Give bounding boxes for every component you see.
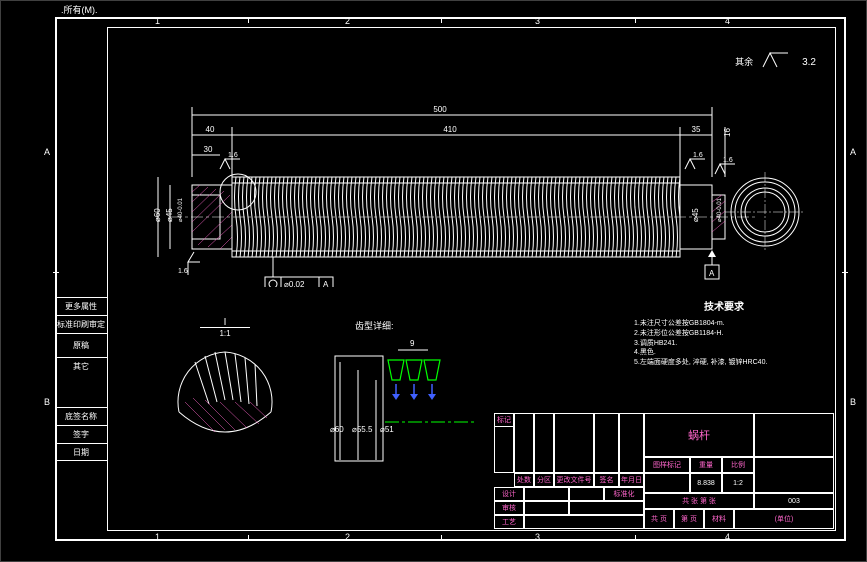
- dim-diaright: ⌀45: [691, 208, 700, 222]
- row-letter: B: [850, 397, 856, 407]
- weight-value: 8.838: [690, 473, 722, 493]
- svg-text:1.6: 1.6: [723, 157, 733, 164]
- tick: [842, 272, 848, 273]
- end-view: [725, 172, 805, 252]
- col-num: 2: [345, 16, 350, 26]
- note-item: 3.调质HB241.: [634, 339, 814, 349]
- notes-title: 技术要求: [634, 301, 814, 315]
- note-item: 2.未注形位公差按GB1184-H.: [634, 329, 814, 339]
- left-cell: 签字: [55, 425, 107, 443]
- dim-middle: 410: [443, 125, 457, 134]
- col-num: 3: [535, 16, 540, 26]
- svg-text:1.6: 1.6: [178, 268, 188, 275]
- dim-rext: 16: [723, 128, 732, 137]
- left-cell: 底签名称: [55, 407, 107, 425]
- detail-scale: 1:1: [205, 329, 245, 338]
- tick: [441, 535, 442, 541]
- tick: [53, 272, 59, 273]
- svg-text:1.6: 1.6: [693, 152, 703, 159]
- tol-val: ⌀0.02: [284, 280, 305, 287]
- detail-view: [165, 342, 285, 452]
- dim-d2: ⌀55.5: [352, 425, 373, 434]
- pitch-dim: 9: [410, 339, 415, 348]
- col-num: 4: [725, 16, 730, 26]
- left-cell: 标准印刷审定: [55, 315, 107, 333]
- profile-label: 齿型详细:: [355, 319, 394, 332]
- tol-datum: A: [323, 280, 329, 287]
- scale-value: 1:2: [722, 473, 754, 493]
- col-num: 3: [535, 532, 540, 542]
- note-item: 1.未注尺寸公差按GB1804-m.: [634, 319, 814, 329]
- left-cell: 更多属性: [55, 297, 107, 315]
- sheet-num: 003: [754, 493, 834, 509]
- surface-finish-global: 其余 3.2: [735, 47, 816, 75]
- signer-label: 共 页: [644, 509, 674, 529]
- datum-a: A: [709, 269, 715, 278]
- worm-threads: [232, 177, 680, 257]
- col-num: 4: [725, 532, 730, 542]
- tech-notes: 技术要求 1.未注尺寸公差按GB1804-m. 2.未注形位公差按GB1184-…: [634, 301, 814, 368]
- dim-linner: 30: [204, 145, 213, 154]
- note-item: 5.左端面硬度多处, 淬硬, 补漆, 镀锌HRC40.: [634, 358, 814, 368]
- dim-overall: 500: [433, 105, 447, 114]
- drawing-number: [754, 457, 834, 493]
- dim-dialefttol: ⌀40-0.01: [178, 197, 184, 222]
- left-cell: 其它: [55, 357, 107, 375]
- sf-label: 其余: [735, 57, 753, 67]
- dim-lshoulder: 40: [206, 125, 215, 134]
- left-cell: 原稿: [55, 333, 107, 357]
- col-num: 1: [155, 532, 160, 542]
- col-num: 2: [345, 532, 350, 542]
- row-letter: B: [44, 397, 50, 407]
- dim-d3: ⌀51: [380, 425, 394, 434]
- tick: [248, 535, 249, 541]
- col-num: 1: [155, 16, 160, 26]
- tick: [635, 535, 636, 541]
- part-name: 蜗杆: [644, 413, 754, 457]
- tick: [441, 17, 442, 23]
- menu-all[interactable]: .所有(M).: [55, 3, 104, 16]
- dim-diarighttol: ⌀40-0.01: [717, 197, 723, 222]
- ra-val: 3.2: [802, 57, 816, 68]
- row-letter: A: [44, 147, 50, 157]
- left-cell: 日期: [55, 443, 107, 461]
- row-letter: A: [850, 147, 856, 157]
- dim-d1: ⌀60: [330, 425, 344, 434]
- dim-rshoulder: 35: [692, 125, 701, 134]
- tooth-profile: 9 ⌀60 ⌀55.5 ⌀51: [310, 332, 480, 472]
- tick: [635, 17, 636, 23]
- tick: [248, 17, 249, 23]
- title-block: 标记 处数 分区 更改文件号 签名 年月日 设计 标准化 审核 工艺 蜗杆 图样…: [494, 413, 834, 529]
- svg-text:1.6: 1.6: [228, 152, 238, 159]
- note-item: 4.黑色.: [634, 348, 814, 358]
